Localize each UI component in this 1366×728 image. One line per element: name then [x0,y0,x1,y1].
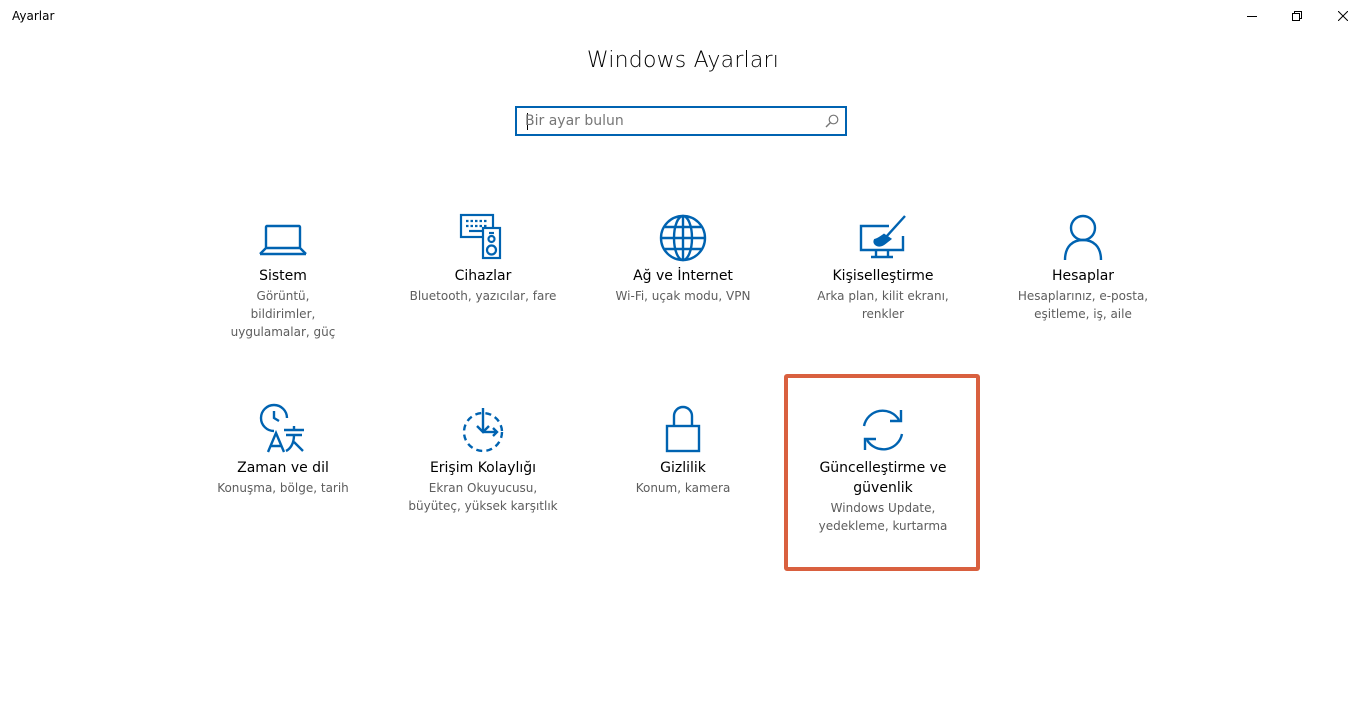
search-icon[interactable] [825,114,839,128]
person-icon [993,208,1173,262]
sync-icon [793,400,973,454]
tile-ag-internet[interactable]: Ağ ve İnternet Wi-Fi, uçak modu, VPN [593,208,773,305]
tile-guncellestirme-guvenlik[interactable]: Güncelleştirme ve güvenlik Windows Updat… [793,400,973,535]
close-button[interactable] [1320,0,1366,32]
tile-description: Bluetooth, yazıcılar, fare [409,289,557,303]
tile-label: Cihazlar [454,268,512,284]
lock-icon [593,400,773,454]
tile-label: Hesaplar [1051,268,1115,284]
title-bar: Ayarlar [0,0,1366,32]
tile-description: Wi-Fi, uçak modu, VPN [615,289,751,303]
tile-erisim-kolayligi[interactable]: Erişim Kolaylığı Ekran Okuyucusu, büyüte… [393,400,573,515]
tile-label: Ağ ve İnternet [633,268,733,284]
tile-zaman-dil[interactable]: Zaman ve dil Konuşma, bölge, tarih [193,400,373,497]
tile-label: Zaman ve dil [237,460,329,476]
globe-icon [593,208,773,262]
minimize-button[interactable] [1229,0,1275,32]
tile-description: Görüntü, bildirimler, uygulamalar, güç [230,289,336,339]
tile-description: Ekran Okuyucusu, büyüteç, yüksek karşıtl… [408,481,558,513]
page-title: Windows Ayarları [586,48,780,73]
laptop-icon [193,208,373,262]
tile-description: Arka plan, kilit ekranı, renkler [817,289,949,321]
tile-hesaplar[interactable]: Hesaplar Hesaplarınız, e-posta, eşitleme… [993,208,1173,323]
tile-label: Güncelleştirme ve güvenlik [819,460,947,496]
time-language-icon [193,400,373,454]
tile-kisisellestirme[interactable]: Kişiselleştirme Arka plan, kilit ekranı,… [793,208,973,323]
search-box[interactable] [515,106,847,136]
tile-gizlilik[interactable]: Gizlilik Konum, kamera [593,400,773,497]
minimize-icon [1247,16,1257,17]
tile-description: Windows Update, yedekleme, kurtarma [818,501,948,533]
search-input[interactable] [525,108,815,134]
app-title: Ayarlar [12,9,55,23]
tile-description: Hesaplarınız, e-posta, eşitleme, iş, ail… [1017,289,1149,321]
tile-sistem[interactable]: Sistem Görüntü, bildirimler, uygulamalar… [193,208,373,341]
tile-description: Konum, kamera [635,481,731,495]
tile-label: Kişiselleştirme [832,268,934,284]
tile-label: Gizlilik [660,460,706,476]
restore-icon [1292,11,1302,21]
tile-label: Sistem [259,268,307,284]
tile-label: Erişim Kolaylığı [429,460,537,476]
close-icon [1338,11,1348,21]
paint-icon [793,208,973,262]
restore-button[interactable] [1274,0,1320,32]
tile-cihazlar[interactable]: Cihazlar Bluetooth, yazıcılar, fare [393,208,573,305]
devices-icon [393,208,573,262]
accessibility-icon [393,400,573,454]
tile-description: Konuşma, bölge, tarih [217,481,349,495]
